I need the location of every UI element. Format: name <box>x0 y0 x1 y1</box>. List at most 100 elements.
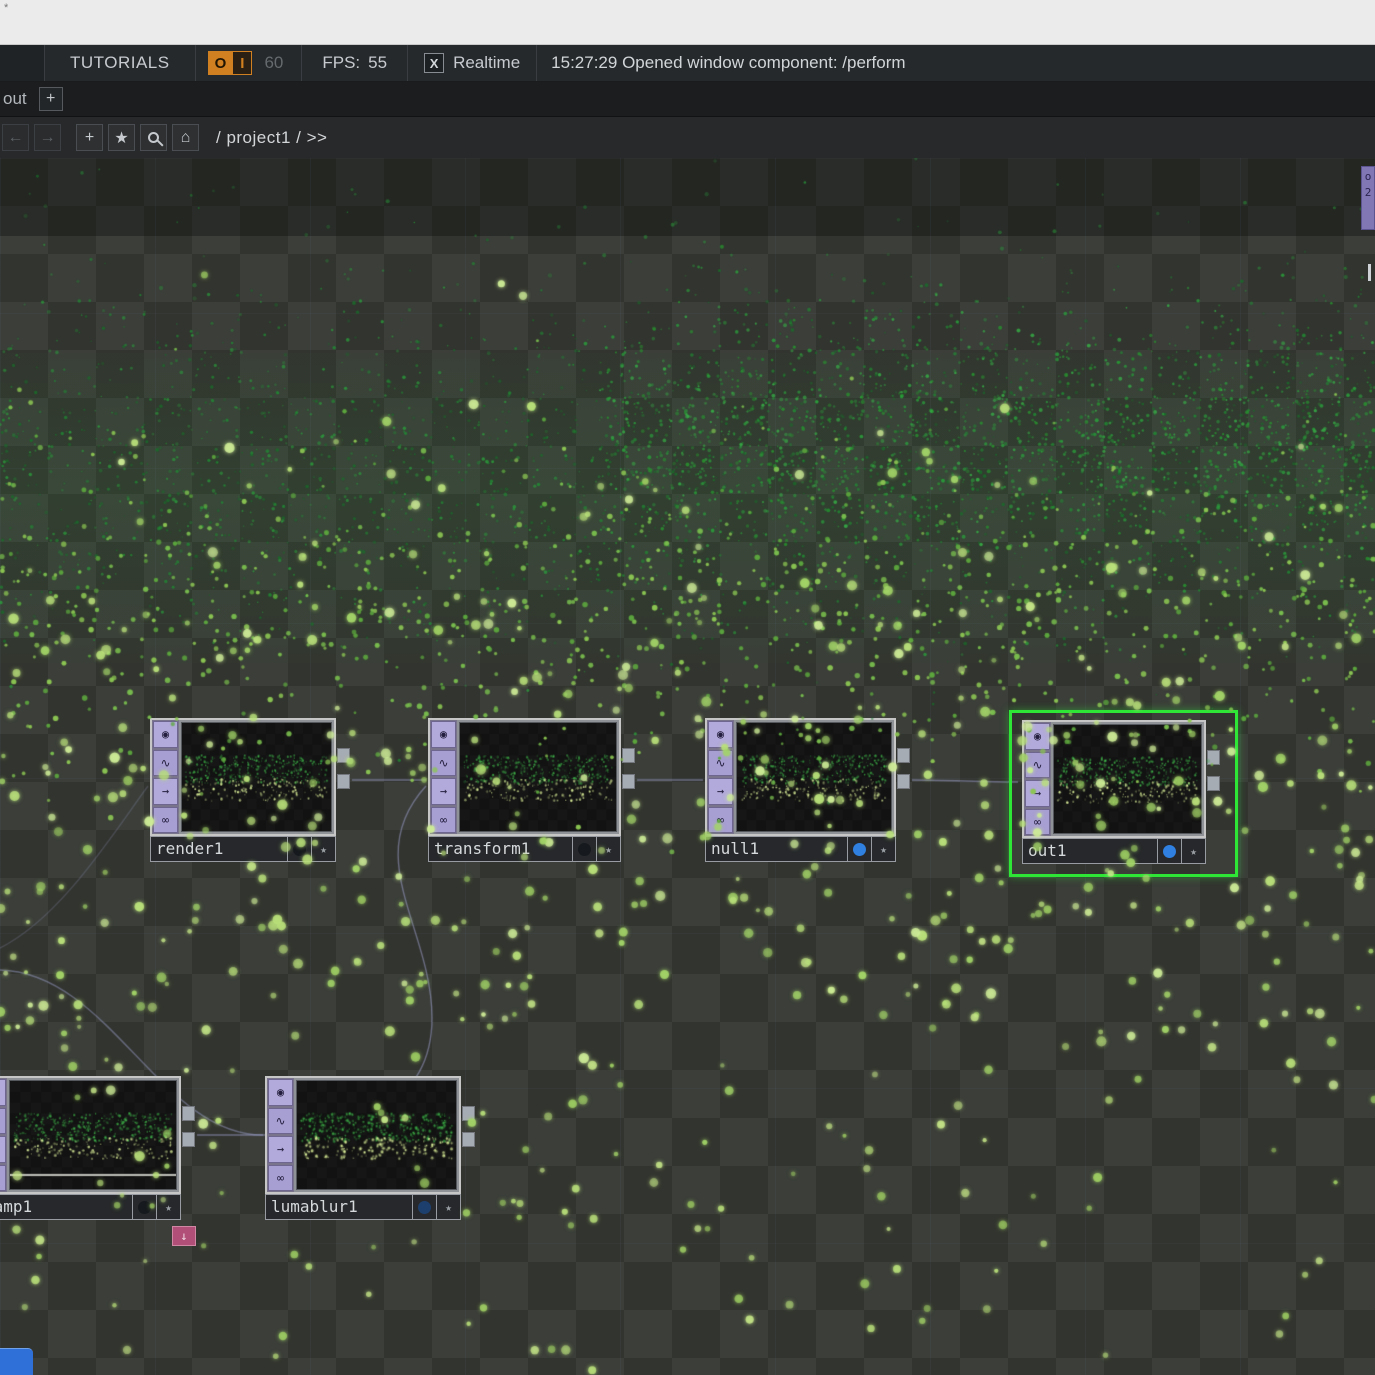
node-star-flag: ★ <box>445 1201 452 1214</box>
node-frame[interactable]: ◉ ∿ → ∞ <box>150 718 336 836</box>
pane-tab-out[interactable]: out <box>0 89 35 109</box>
realtime-checkbox-icon[interactable]: X <box>424 53 444 73</box>
network-editor[interactable]: ◉ ∿ → ∞ render1 ★ ◉ ∿ → ∞ <box>0 158 1375 1375</box>
bypass-flag-icon[interactable]: ∞ <box>431 807 456 834</box>
export-flag-icon[interactable]: → <box>0 1136 6 1163</box>
node-lock-flag[interactable]: ★ <box>872 836 896 862</box>
node-lock-flag[interactable]: ★ <box>312 836 336 862</box>
node-viewer-thumbnail[interactable] <box>459 722 617 832</box>
node-flag-column: ◉ ∿ → ∞ <box>0 1078 7 1192</box>
bypass-flag-icon[interactable]: ∞ <box>1025 809 1050 836</box>
node-viewer-thumbnail[interactable] <box>181 722 332 832</box>
node-viewer-flag[interactable] <box>133 1194 157 1220</box>
node-viewer-flag[interactable] <box>1158 838 1182 864</box>
corner-badge[interactable] <box>0 1348 33 1375</box>
node-label[interactable]: ramp1 <box>0 1194 133 1220</box>
node-flag-column: ◉ ∿ → ∞ <box>1024 722 1051 836</box>
bypass-flag-icon[interactable]: ∞ <box>268 1165 293 1192</box>
node-viewer-flag[interactable] <box>848 836 872 862</box>
node-thumbnail-canvas <box>1054 725 1201 833</box>
node-output-connector[interactable] <box>1207 750 1220 765</box>
node-viewer-flag[interactable] <box>573 836 597 862</box>
bypass-flag-icon[interactable]: ∞ <box>708 807 733 834</box>
network-path-breadcrumb[interactable]: / project1 / >> <box>216 128 327 148</box>
scrollbar-tick[interactable] <box>1368 264 1371 281</box>
node-viewer-thumbnail[interactable] <box>736 722 892 832</box>
viewer-flag-icon[interactable]: ◉ <box>708 721 733 748</box>
node-transform1[interactable]: ◉ ∿ → ∞ transform1 ★ <box>428 718 635 862</box>
export-flag-icon[interactable]: → <box>1025 780 1050 807</box>
add-operator-button[interactable]: + <box>76 124 103 151</box>
node-lock-flag[interactable]: ★ <box>157 1194 181 1220</box>
viewer-flag-icon[interactable]: ◉ <box>1025 723 1050 750</box>
fps-target-value[interactable]: 60 <box>264 53 283 73</box>
tutorials-button[interactable]: TUTORIALS <box>45 53 195 73</box>
node-viewer-thumbnail[interactable] <box>1053 724 1202 834</box>
node-frame[interactable]: ◉ ∿ → ∞ <box>0 1076 181 1194</box>
home-button[interactable]: ⌂ <box>172 124 199 151</box>
node-star-flag: ★ <box>165 1201 172 1214</box>
node-viewer-flag[interactable] <box>413 1194 437 1220</box>
viewer-flag-icon[interactable]: ◉ <box>268 1079 293 1106</box>
node-label[interactable]: lumablur1 <box>265 1194 413 1220</box>
node-output-connector[interactable] <box>897 748 910 763</box>
viewer-flag-icon[interactable]: ◉ <box>0 1079 6 1106</box>
graph-flag-icon[interactable]: ∿ <box>0 1108 6 1135</box>
palette-handle[interactable]: o 2 <box>1361 166 1375 230</box>
graph-flag-icon[interactable]: ∿ <box>708 750 733 777</box>
node-ramp1[interactable]: ◉ ∿ → ∞ ramp1 ★ ↓ <box>0 1076 195 1220</box>
plus-icon: + <box>85 129 94 147</box>
bypass-flag-icon[interactable]: ∞ <box>153 807 178 834</box>
graph-flag-icon[interactable]: ∿ <box>268 1108 293 1135</box>
node-label[interactable]: render1 <box>150 836 288 862</box>
node-null1[interactable]: ◉ ∿ → ∞ null1 ★ <box>705 718 910 862</box>
node-viewer-flag[interactable] <box>288 836 312 862</box>
node-viewer-thumbnail[interactable] <box>296 1080 457 1190</box>
node-frame[interactable]: ◉ ∿ → ∞ <box>428 718 621 836</box>
forward-button[interactable]: → <box>34 124 61 151</box>
node-viewer-thumbnail[interactable] <box>9 1080 177 1190</box>
viewer-flag-icon[interactable]: ◉ <box>153 721 178 748</box>
realtime-toggle[interactable]: X Realtime <box>408 53 536 73</box>
export-flag-icon[interactable]: → <box>153 778 178 805</box>
node-out1[interactable]: ◉ ∿ → ∞ out1 ★ <box>1022 720 1220 864</box>
node-output-connector[interactable] <box>897 774 910 789</box>
node-output-connector[interactable] <box>337 774 350 789</box>
home-icon: ⌂ <box>181 129 191 147</box>
node-output-connector[interactable] <box>1207 776 1220 791</box>
graph-flag-icon[interactable]: ∿ <box>431 750 456 777</box>
graph-flag-icon[interactable]: ∿ <box>153 750 178 777</box>
export-flag-icon[interactable]: → <box>708 778 733 805</box>
node-output-connector[interactable] <box>622 774 635 789</box>
node-output-connector[interactable] <box>622 748 635 763</box>
node-label[interactable]: null1 <box>705 836 848 862</box>
bookmark-button[interactable]: ★ <box>108 124 135 151</box>
node-output-connector[interactable] <box>462 1106 475 1121</box>
node-lumablur1[interactable]: ◉ ∿ → ∞ lumablur1 ★ <box>265 1076 475 1220</box>
add-pane-button[interactable]: + <box>39 87 63 111</box>
node-output-connector[interactable] <box>182 1132 195 1147</box>
node-lock-flag[interactable]: ★ <box>597 836 621 862</box>
node-frame[interactable]: ◉ ∿ → ∞ <box>705 718 896 836</box>
bypass-flag-icon[interactable]: ∞ <box>0 1165 6 1192</box>
export-flag-icon[interactable]: → <box>431 778 456 805</box>
viewer-flag-icon[interactable]: ◉ <box>431 721 456 748</box>
node-render1[interactable]: ◉ ∿ → ∞ render1 ★ <box>150 718 350 862</box>
export-arrow-tab[interactable]: ↓ <box>172 1226 196 1246</box>
node-output-connector[interactable] <box>182 1106 195 1121</box>
back-button[interactable]: ← <box>2 124 29 151</box>
node-frame[interactable]: ◉ ∿ → ∞ <box>1022 720 1206 838</box>
graph-flag-icon[interactable]: ∿ <box>1025 752 1050 779</box>
node-label[interactable]: transform1 <box>428 836 573 862</box>
menu-stub-button[interactable] <box>0 45 45 81</box>
node-label[interactable]: out1 <box>1022 838 1158 864</box>
midi-oi-badge[interactable]: O I <box>208 51 253 75</box>
node-output-connector[interactable] <box>462 1132 475 1147</box>
node-lock-flag[interactable]: ★ <box>1182 838 1206 864</box>
export-flag-icon[interactable]: → <box>268 1136 293 1163</box>
search-button[interactable] <box>140 124 167 151</box>
node-frame[interactable]: ◉ ∿ → ∞ <box>265 1076 461 1194</box>
node-lock-flag[interactable]: ★ <box>437 1194 461 1220</box>
node-footer: transform1 ★ <box>428 836 621 862</box>
node-output-connector[interactable] <box>337 748 350 763</box>
